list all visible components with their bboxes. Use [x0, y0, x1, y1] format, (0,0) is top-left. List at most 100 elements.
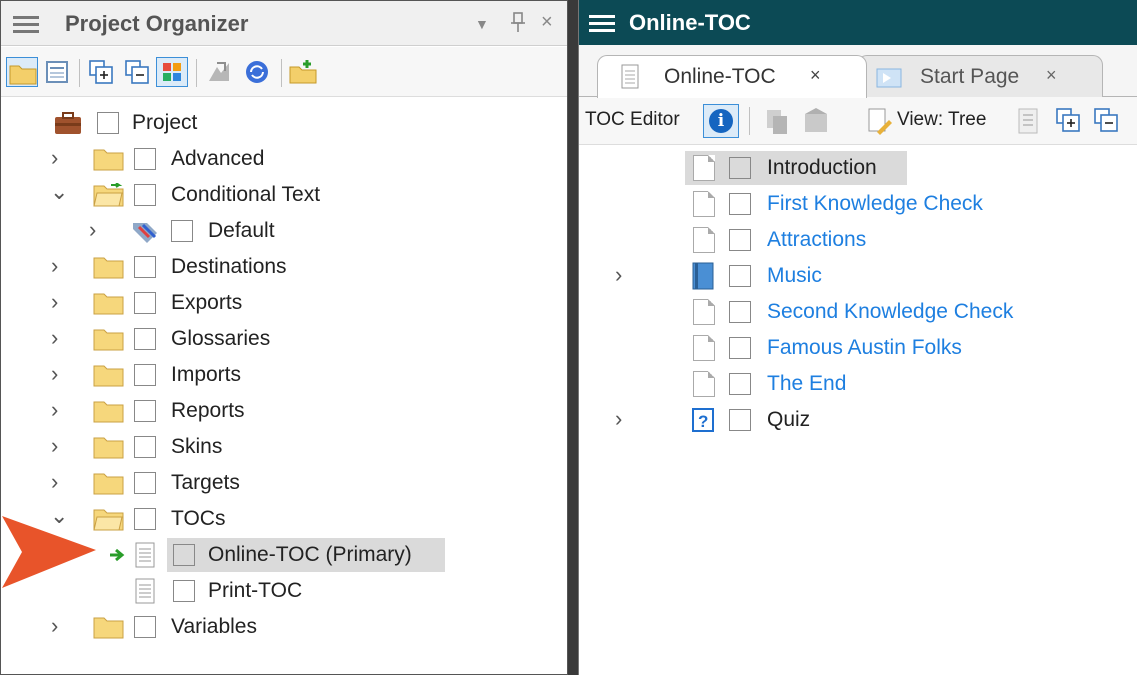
- tree-item-variables[interactable]: › Variables: [1, 609, 567, 645]
- tree-item-advanced[interactable]: › Advanced: [1, 141, 567, 177]
- tree-item-label: Default: [208, 219, 275, 242]
- toc-item-first-knowledge-check[interactable]: First Knowledge Check: [579, 186, 1137, 222]
- close-icon[interactable]: ×: [1046, 65, 1057, 86]
- view-icon[interactable]: [865, 106, 895, 136]
- expand-all-icon[interactable]: [1053, 106, 1083, 136]
- toc-checkbox[interactable]: [729, 409, 751, 431]
- tree-checkbox[interactable]: [134, 328, 156, 350]
- toc-checkbox[interactable]: [729, 229, 751, 251]
- chevron-right-icon[interactable]: ›: [51, 145, 58, 171]
- toc-item-label[interactable]: Music: [767, 264, 822, 288]
- chevron-right-icon[interactable]: ›: [51, 325, 58, 351]
- toc-file-icon: [135, 578, 155, 604]
- toc-file-icon: [621, 64, 639, 89]
- tab-start-page[interactable]: Start Page ×: [857, 55, 1103, 97]
- toc-item-label[interactable]: Attractions: [767, 228, 866, 252]
- tree-item-skins[interactable]: › Skins: [1, 429, 567, 465]
- toc-item-second-knowledge-check[interactable]: Second Knowledge Check: [579, 294, 1137, 330]
- chevron-right-icon[interactable]: ›: [51, 469, 58, 495]
- toc-checkbox[interactable]: [729, 193, 751, 215]
- chevron-right-icon[interactable]: ›: [51, 289, 58, 315]
- chevron-right-icon[interactable]: ›: [51, 397, 58, 423]
- toc-item-the-end[interactable]: The End: [579, 366, 1137, 402]
- tree-checkbox[interactable]: [134, 400, 156, 422]
- tree-checkbox[interactable]: [134, 508, 156, 530]
- tree-item-reports[interactable]: › Reports: [1, 393, 567, 429]
- new-folder-icon[interactable]: [287, 57, 319, 87]
- toc-item-music[interactable]: › Music: [579, 258, 1137, 294]
- tree-checkbox[interactable]: [134, 616, 156, 638]
- chevron-right-icon[interactable]: ›: [615, 406, 622, 432]
- expand-all-icon[interactable]: [85, 57, 117, 87]
- close-icon[interactable]: ×: [810, 65, 821, 86]
- toc-checkbox[interactable]: [729, 265, 751, 287]
- tree-root[interactable]: Project: [1, 105, 567, 141]
- tree-checkbox[interactable]: [97, 112, 119, 134]
- view-dropdown[interactable]: View: Tree: [897, 109, 986, 131]
- tree-checkbox[interactable]: [173, 580, 195, 602]
- new-book-icon[interactable]: [761, 106, 791, 136]
- tree-item-imports[interactable]: › Imports: [1, 357, 567, 393]
- editor-title-bar: Online-TOC: [579, 0, 1137, 45]
- properties-icon[interactable]: [41, 57, 73, 87]
- panel-splitter[interactable]: [568, 0, 578, 675]
- tree-item-label: Online-TOC (Primary): [208, 543, 412, 566]
- toc-checkbox[interactable]: [729, 301, 751, 323]
- menu-icon[interactable]: [589, 13, 615, 35]
- tree-item-conditional-text[interactable]: ⌄ Conditional Text: [1, 177, 567, 213]
- collapse-all-icon[interactable]: [1091, 106, 1121, 136]
- toc-item-quiz[interactable]: › ? Quiz: [579, 402, 1137, 438]
- menu-icon[interactable]: [13, 14, 39, 36]
- toc-item-introduction[interactable]: Introduction: [579, 150, 1137, 186]
- tree-checkbox[interactable]: [134, 436, 156, 458]
- tree-checkbox[interactable]: [134, 292, 156, 314]
- topic-file-icon: [693, 299, 715, 325]
- tree-checkbox[interactable]: [134, 364, 156, 386]
- chevron-right-icon[interactable]: ›: [51, 253, 58, 279]
- tree-checkbox[interactable]: [134, 148, 156, 170]
- toc-item-label[interactable]: Second Knowledge Check: [767, 300, 1013, 324]
- info-button[interactable]: i: [703, 104, 739, 138]
- tree-item-label: Variables: [171, 615, 257, 638]
- toc-checkbox[interactable]: [729, 373, 751, 395]
- properties-icon[interactable]: [1015, 106, 1041, 136]
- dropdown-icon[interactable]: ▼: [475, 16, 489, 32]
- chevron-down-icon[interactable]: ⌄: [50, 179, 68, 205]
- refresh-icon[interactable]: [241, 57, 273, 87]
- tree-item-exports[interactable]: › Exports: [1, 285, 567, 321]
- toc-checkbox[interactable]: [729, 157, 751, 179]
- tree-checkbox[interactable]: [171, 220, 193, 242]
- toc-checkbox[interactable]: [729, 337, 751, 359]
- collapse-all-icon[interactable]: [121, 57, 153, 87]
- toc-item-label[interactable]: First Knowledge Check: [767, 192, 983, 216]
- chevron-right-icon[interactable]: ›: [51, 433, 58, 459]
- chevron-right-icon[interactable]: ›: [51, 361, 58, 387]
- chevron-right-icon[interactable]: ›: [89, 217, 96, 243]
- tree-checkbox[interactable]: [134, 256, 156, 278]
- toolbar-title: TOC Editor: [585, 109, 680, 130]
- toc-item-famous-austin-folks[interactable]: Famous Austin Folks: [579, 330, 1137, 366]
- tree-checkbox[interactable]: [134, 472, 156, 494]
- tab-online-toc[interactable]: Online-TOC ×: [597, 55, 867, 98]
- topic-file-icon: [693, 335, 715, 361]
- tree-item-label: Imports: [171, 363, 242, 386]
- tree-item-glossaries[interactable]: › Glossaries: [1, 321, 567, 357]
- pin-icon[interactable]: [511, 11, 525, 38]
- open-folder-icon[interactable]: [6, 57, 38, 87]
- chevron-right-icon[interactable]: ›: [615, 262, 622, 288]
- color-toggle-icon[interactable]: [156, 57, 188, 87]
- tree-item-destinations[interactable]: › Destinations: [1, 249, 567, 285]
- toc-item-label[interactable]: Famous Austin Folks: [767, 336, 962, 360]
- new-item-icon[interactable]: [801, 106, 831, 136]
- panel-title-bar: Project Organizer ▼ ×: [1, 1, 567, 46]
- tree-checkbox[interactable]: [134, 184, 156, 206]
- quiz-icon: ?: [692, 408, 714, 432]
- toc-item-attractions[interactable]: Attractions: [579, 222, 1137, 258]
- chevron-right-icon[interactable]: ›: [51, 613, 58, 639]
- tree-checkbox[interactable]: [173, 544, 195, 566]
- import-icon[interactable]: [203, 57, 235, 87]
- tree-item-targets[interactable]: › Targets: [1, 465, 567, 501]
- toc-item-label[interactable]: The End: [767, 372, 846, 396]
- tree-item-default[interactable]: › Default: [1, 213, 567, 249]
- close-icon[interactable]: ×: [541, 11, 553, 34]
